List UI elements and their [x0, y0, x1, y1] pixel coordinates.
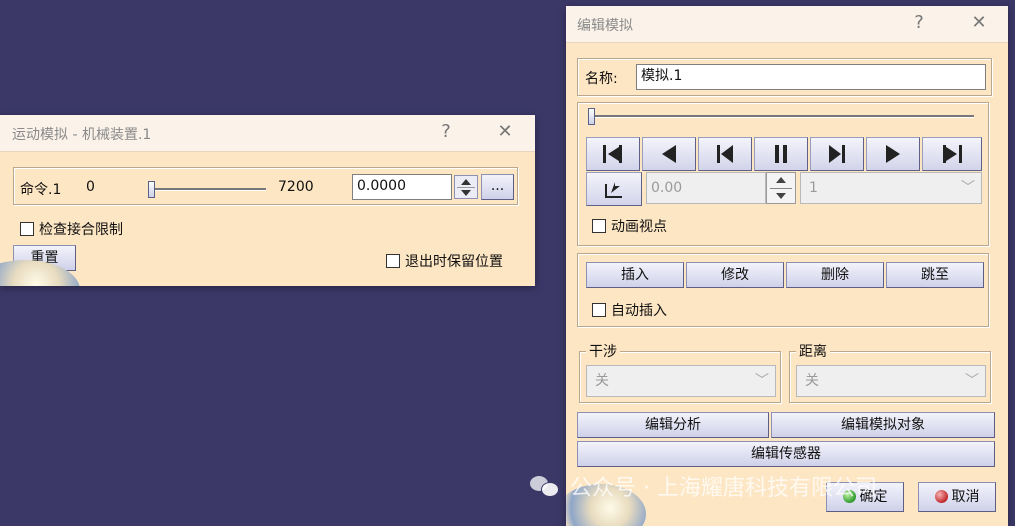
checkbox-box[interactable]	[592, 219, 606, 233]
modify-button[interactable]: 修改	[686, 262, 784, 288]
check-limits-checkbox[interactable]: 检查接合限制	[20, 219, 123, 239]
play-forward-button[interactable]	[866, 137, 920, 171]
step-backward-icon	[717, 145, 733, 163]
interference-dropdown[interactable]: 关 ﹀	[586, 365, 776, 397]
watermark-text: 公众号 · 上海耀唐科技有限公司	[570, 476, 877, 501]
command-label: 命令.1	[20, 182, 62, 198]
auto-insert-checkbox[interactable]: 自动插入	[592, 300, 667, 320]
checkbox-box[interactable]	[592, 303, 606, 317]
pause-button[interactable]	[754, 137, 808, 171]
spinner-down-icon[interactable]	[776, 193, 786, 199]
command-slider-track[interactable]	[148, 188, 266, 191]
step-value-input[interactable]: 0.00	[646, 172, 766, 204]
close-button[interactable]: ✕	[964, 9, 994, 37]
check-limits-label: 检查接合限制	[39, 222, 123, 238]
command-slider-thumb[interactable]	[148, 181, 155, 198]
checkbox-box[interactable]	[20, 222, 34, 236]
insert-button[interactable]: 插入	[586, 262, 684, 288]
step-spinner[interactable]	[766, 172, 796, 204]
timeline-slider-thumb[interactable]	[588, 108, 595, 125]
spinner-down-icon[interactable]	[461, 190, 471, 196]
chevron-down-icon: ﹀	[755, 373, 769, 389]
step-count-value: 1	[809, 180, 818, 196]
step-backward-button[interactable]	[698, 137, 752, 171]
edit-simulation-objects-button[interactable]: 编辑模拟对象	[771, 412, 995, 438]
interference-value: 关	[595, 373, 609, 389]
range-max-label: 7200	[278, 179, 314, 195]
loop-mode-icon	[605, 182, 622, 198]
step-count-dropdown[interactable]: 1 ﹀	[800, 172, 982, 204]
step-forward-icon	[829, 145, 845, 163]
help-button[interactable]: ?	[431, 118, 461, 146]
delete-button[interactable]: 删除	[786, 262, 884, 288]
step-forward-button[interactable]	[810, 137, 864, 171]
play-backward-icon	[662, 145, 676, 163]
pause-icon	[775, 145, 787, 163]
keep-position-checkbox[interactable]: 退出时保留位置	[386, 251, 503, 271]
range-min-label: 0	[86, 179, 95, 195]
motion-dialog-titlebar[interactable]: 运动模拟 - 机械装置.1 ? ✕	[0, 115, 535, 152]
help-button[interactable]: ?	[904, 9, 934, 37]
value-spinner[interactable]	[454, 175, 478, 199]
more-options-button[interactable]: ...	[481, 174, 514, 200]
play-backward-button[interactable]	[642, 137, 696, 171]
edit-dialog-titlebar[interactable]: 编辑模拟 ? ✕	[566, 6, 1008, 43]
checkbox-box[interactable]	[386, 254, 400, 268]
wechat-icon	[530, 474, 560, 498]
motion-dialog-title: 运动模拟 - 机械装置.1	[12, 127, 152, 143]
auto-insert-label: 自动插入	[611, 303, 667, 319]
timeline-slider-track[interactable]	[588, 115, 974, 118]
spinner-up-icon[interactable]	[461, 179, 471, 185]
play-forward-icon	[886, 145, 900, 163]
command-value-input[interactable]: 0.0000	[352, 174, 452, 200]
name-input[interactable]: 模拟.1	[636, 64, 986, 90]
jump-to-end-button[interactable]	[922, 137, 982, 171]
cancel-button[interactable]: 取消	[918, 482, 996, 512]
motion-simulation-dialog: 运动模拟 - 机械装置.1 ? ✕ 命令.1 0 7200 0.0000 ...…	[0, 115, 535, 286]
interference-label: 干涉	[586, 341, 620, 361]
cancel-label: 取消	[951, 489, 980, 505]
jump-button[interactable]: 跳至	[886, 262, 984, 288]
chevron-down-icon: ﹀	[961, 180, 975, 196]
watermark: 公众号 · 上海耀唐科技有限公司	[530, 470, 877, 502]
animate-viewpoint-label: 动画视点	[611, 219, 667, 235]
skip-to-end-icon	[943, 145, 962, 163]
cancel-icon	[934, 490, 948, 503]
loop-mode-button[interactable]	[586, 172, 642, 206]
animate-viewpoint-checkbox[interactable]: 动画视点	[592, 216, 667, 236]
edit-sensors-button[interactable]: 编辑传感器	[577, 441, 995, 467]
spinner-up-icon[interactable]	[776, 177, 786, 183]
distance-dropdown[interactable]: 关 ﹀	[796, 365, 986, 397]
distance-label: 距离	[796, 341, 830, 361]
edit-analysis-button[interactable]: 编辑分析	[577, 412, 769, 438]
close-button[interactable]: ✕	[490, 118, 520, 146]
chevron-down-icon: ﹀	[965, 373, 979, 389]
edit-dialog-title: 编辑模拟	[577, 18, 633, 34]
distance-value: 关	[805, 373, 819, 389]
skip-to-start-icon	[603, 145, 622, 163]
name-label: 名称:	[585, 71, 618, 87]
keep-position-label: 退出时保留位置	[405, 254, 503, 270]
edit-simulation-dialog: 编辑模拟 ? ✕ 名称: 模拟.1 0.00 1 ﹀ 动画视点 插入 修改 删除…	[566, 6, 1008, 526]
jump-to-start-button[interactable]	[586, 137, 640, 171]
